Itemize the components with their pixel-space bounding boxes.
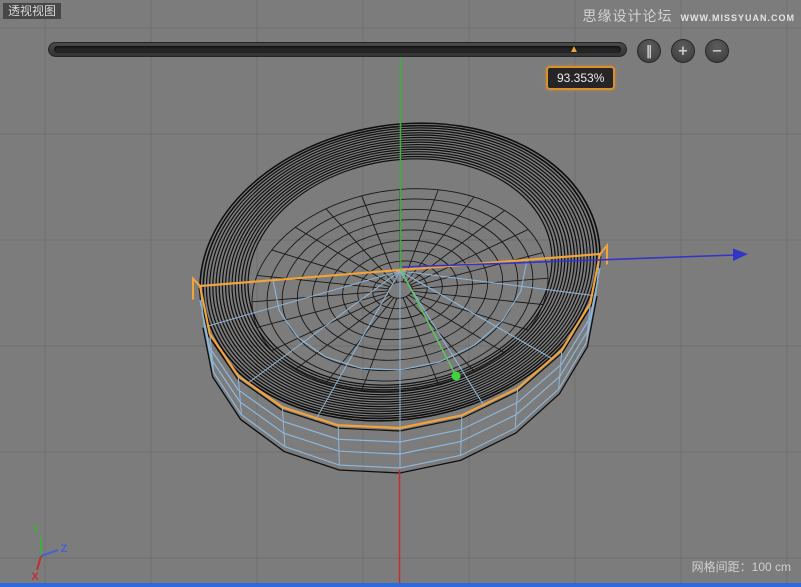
viewport-title[interactable]: 透视视图 (3, 3, 61, 19)
plus-icon: + (678, 45, 689, 58)
watermark-forum-name: 思缘设计论坛 (583, 6, 673, 26)
view-button-group: ‖ + − (637, 39, 729, 63)
gizmo-x-label: X (31, 571, 39, 583)
axis-handle-dot[interactable] (452, 372, 461, 381)
gizmo-z-axis (41, 550, 58, 556)
active-viewport-border (0, 583, 801, 587)
pause-icon: ‖ (646, 45, 653, 58)
slider-marker-icon[interactable]: ▲ (569, 45, 579, 55)
watermark: 思缘设计论坛 WWW.MISSYUAN.COM (583, 6, 796, 26)
viewport-canvas[interactable]: Y Z X (0, 0, 801, 587)
grid-spacing-label: 网格间距：100 cm (692, 558, 791, 575)
slider-value-tooltip: 93.353% (546, 66, 615, 90)
zoom-in-button[interactable]: + (671, 39, 695, 63)
gizmo-y-label: Y (32, 524, 40, 536)
zoom-out-button[interactable]: − (705, 39, 729, 63)
pause-button[interactable]: ‖ (637, 39, 661, 63)
viewport-slider[interactable]: ▲ (48, 42, 627, 57)
z-axis-arrowhead (733, 249, 748, 262)
minus-icon: − (712, 45, 723, 58)
gizmo-z-label: Z (61, 543, 68, 555)
axis-gizmo: Y Z X (31, 524, 67, 583)
watermark-forum-url: WWW.MISSYUAN.COM (681, 13, 796, 23)
slider-track[interactable] (54, 46, 621, 53)
